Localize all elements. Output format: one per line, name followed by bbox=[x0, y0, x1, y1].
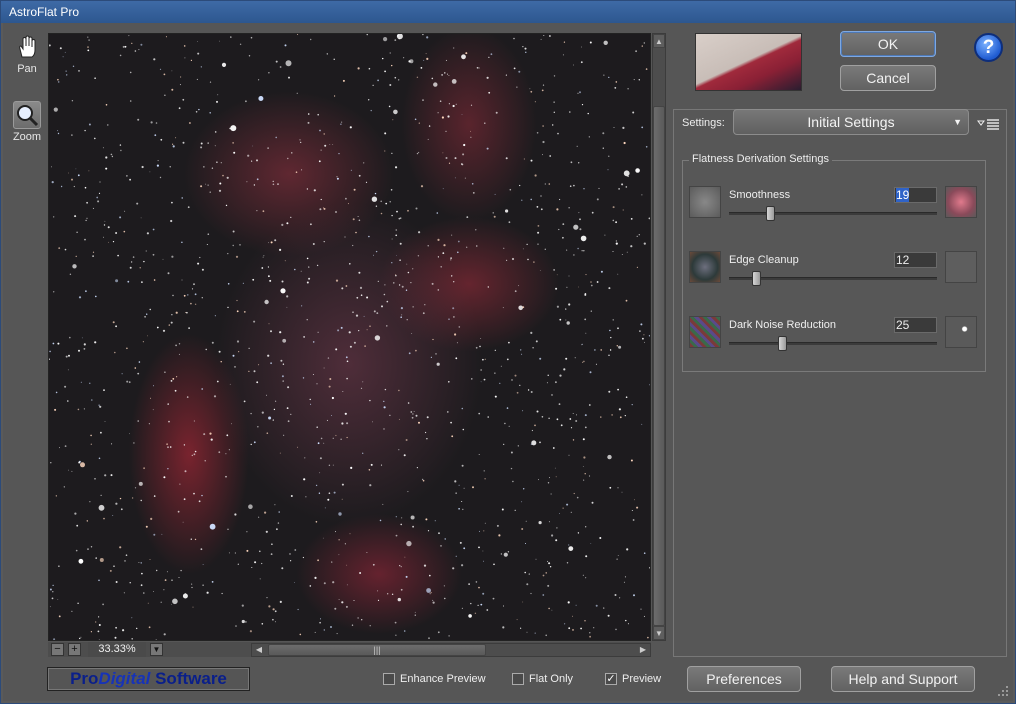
edge-cleanup-slider-thumb[interactable] bbox=[752, 271, 761, 286]
image-preview[interactable] bbox=[48, 33, 651, 641]
zoom-in-icon[interactable]: + bbox=[68, 643, 81, 656]
scroll-up-icon[interactable]: ▲ bbox=[653, 34, 665, 48]
check-icon[interactable]: ✓ bbox=[605, 673, 617, 685]
dark-noise-slider-thumb[interactable] bbox=[778, 336, 787, 351]
prodigital-logo: ProDigital Software bbox=[47, 667, 250, 691]
enhance-preview-box[interactable] bbox=[383, 673, 395, 685]
logo-digital-text: Digital bbox=[98, 669, 151, 688]
resize-grip-icon[interactable] bbox=[995, 683, 1009, 697]
flat-only-label: Flat Only bbox=[529, 673, 574, 685]
window-title: AstroFlat Pro bbox=[1, 1, 1015, 23]
edge-cleanup-value: 12 bbox=[896, 253, 910, 267]
preview-label: Preview bbox=[622, 673, 662, 685]
enhance-preview-checkbox[interactable]: Enhance Preview bbox=[383, 672, 486, 686]
smoothness-value-field[interactable]: 19 bbox=[894, 187, 937, 203]
dark-noise-max-icon bbox=[945, 316, 977, 348]
smoothness-slider-thumb[interactable] bbox=[766, 206, 775, 221]
edge-cleanup-value-field[interactable]: 12 bbox=[894, 252, 937, 268]
settings-menu-icon[interactable] bbox=[977, 117, 1001, 131]
dark-noise-slider-track[interactable] bbox=[729, 342, 937, 345]
group-title: Flatness Derivation Settings bbox=[689, 153, 832, 165]
horizontal-scroll-thumb[interactable]: ||| bbox=[268, 644, 486, 656]
edge-cleanup-label: Edge Cleanup bbox=[729, 254, 799, 266]
zoom-out-icon[interactable]: − bbox=[51, 643, 64, 656]
logo-pro-text: Pro bbox=[70, 669, 99, 688]
dark-noise-min-icon bbox=[689, 316, 721, 348]
logo-software-text: Software bbox=[150, 669, 227, 688]
enhance-preview-label: Enhance Preview bbox=[400, 673, 486, 685]
preview-checkbox[interactable]: ✓ Preview bbox=[605, 672, 661, 686]
star-field bbox=[49, 34, 650, 640]
settings-label: Settings: bbox=[682, 117, 725, 129]
scroll-right-icon[interactable]: ▶ bbox=[636, 644, 650, 656]
cancel-button[interactable]: Cancel bbox=[840, 65, 936, 91]
flat-only-box[interactable] bbox=[512, 673, 524, 685]
zoom-tool[interactable]: Zoom bbox=[9, 101, 45, 143]
dialog-client-area: Pan Zoom ▲ ▼ − + 33.33% ▼ ◀ ||| ▶ OK Can… bbox=[3, 23, 1013, 701]
edge-cleanup-max-icon bbox=[945, 251, 977, 283]
app-window: AstroFlat Pro Pan Zoom ▲ ▼ − + 33.33% ▼ … bbox=[0, 0, 1016, 704]
horizontal-scrollbar[interactable]: ◀ ||| ▶ bbox=[251, 643, 651, 657]
pan-tool[interactable]: Pan bbox=[9, 33, 45, 75]
ok-button[interactable]: OK bbox=[840, 31, 936, 57]
zoom-dropdown-icon[interactable]: ▼ bbox=[150, 643, 163, 656]
scroll-left-icon[interactable]: ◀ bbox=[252, 644, 266, 656]
vertical-scrollbar[interactable]: ▲ ▼ bbox=[652, 33, 666, 641]
vertical-scroll-thumb[interactable] bbox=[653, 106, 665, 626]
chevron-down-icon: ▼ bbox=[953, 117, 962, 127]
flat-only-checkbox[interactable]: Flat Only bbox=[512, 672, 573, 686]
dark-noise-value-field[interactable]: 25 bbox=[894, 317, 937, 333]
pan-tool-label: Pan bbox=[17, 63, 37, 75]
help-icon[interactable]: ? bbox=[974, 33, 1003, 62]
preferences-button[interactable]: Preferences bbox=[687, 666, 801, 692]
scroll-down-icon[interactable]: ▼ bbox=[653, 626, 665, 640]
dark-noise-value: 25 bbox=[896, 318, 910, 332]
zoom-level-value: 33.33% bbox=[88, 642, 146, 657]
smoothness-label: Smoothness bbox=[729, 189, 791, 201]
smoothness-value: 19 bbox=[896, 188, 910, 202]
smoothness-max-icon bbox=[945, 186, 977, 218]
help-and-support-button[interactable]: Help and Support bbox=[831, 666, 975, 692]
zoom-tool-label: Zoom bbox=[12, 131, 42, 143]
settings-dropdown[interactable]: Initial Settings ▼ bbox=[733, 109, 969, 135]
dark-noise-label: Dark Noise Reduction bbox=[729, 319, 836, 331]
hand-icon bbox=[13, 33, 41, 61]
edge-cleanup-min-icon bbox=[689, 251, 721, 283]
settings-selected-value: Initial Settings bbox=[807, 114, 895, 130]
smoothness-slider-track[interactable] bbox=[729, 212, 937, 215]
magnifier-icon bbox=[13, 101, 41, 129]
smoothness-min-icon bbox=[689, 186, 721, 218]
reference-thumbnail bbox=[695, 33, 802, 91]
flatness-settings-group bbox=[682, 160, 986, 372]
